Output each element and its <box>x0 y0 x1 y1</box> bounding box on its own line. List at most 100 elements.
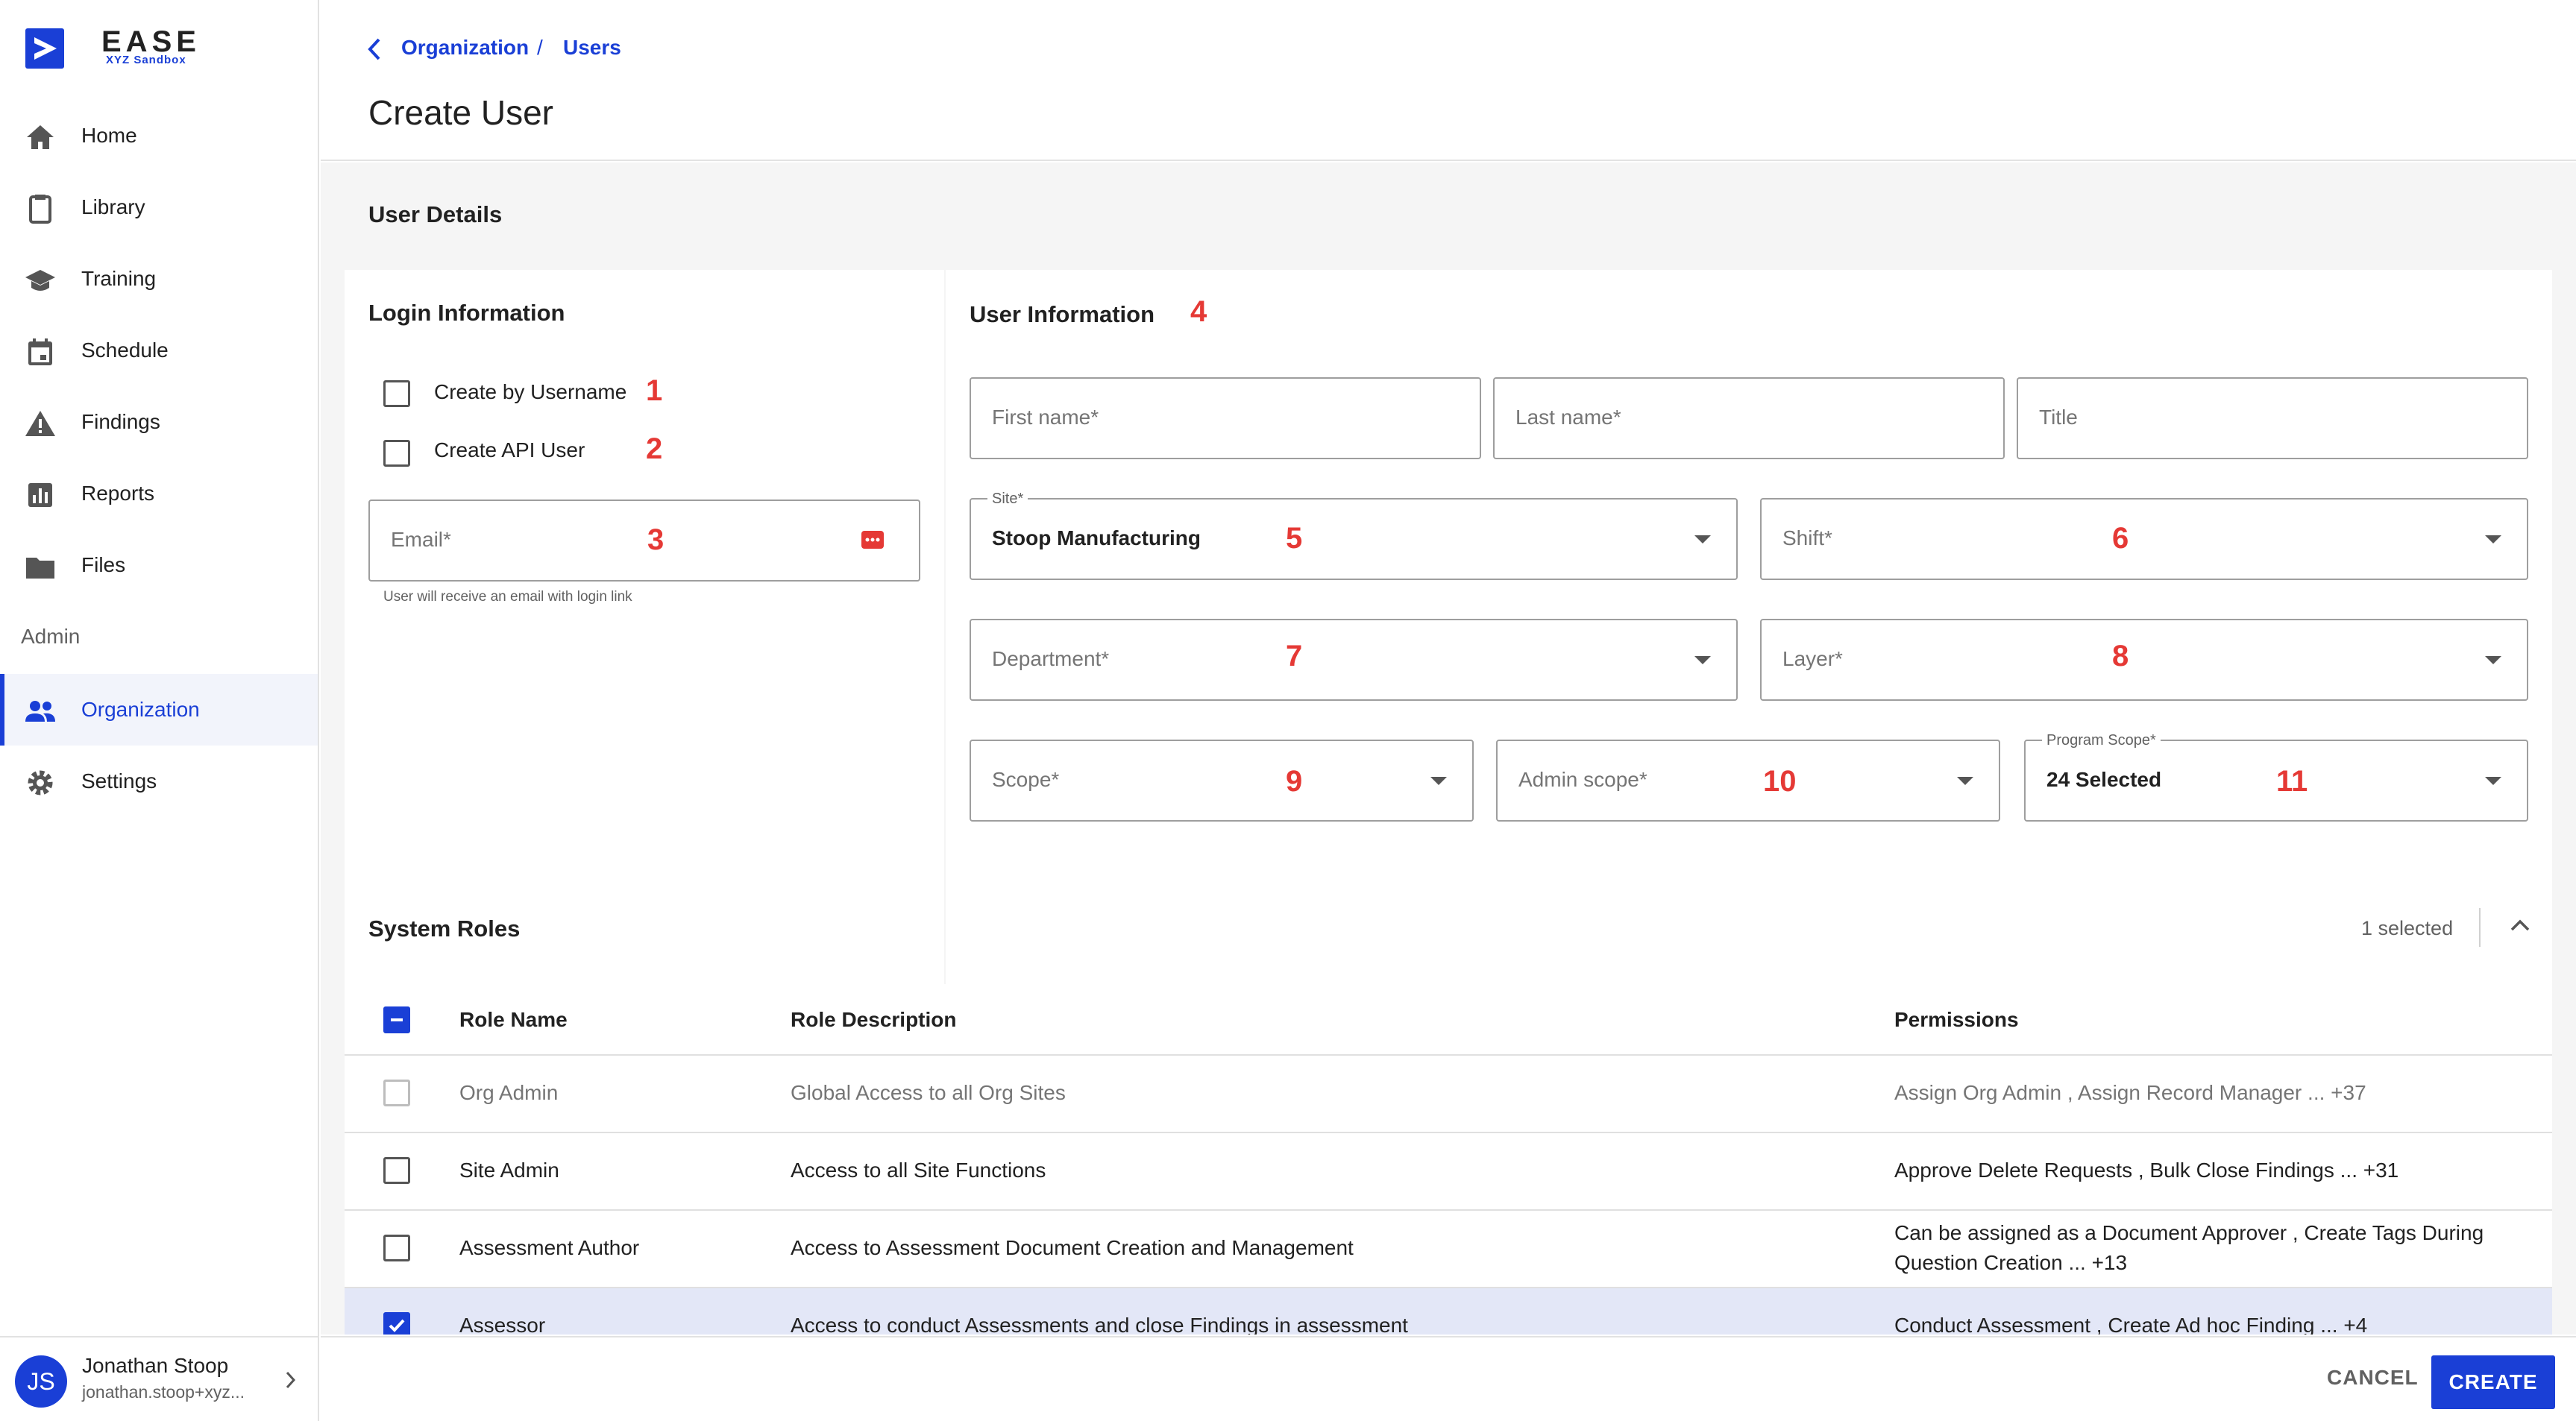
sidebar-item-findings[interactable]: Findings <box>0 386 318 458</box>
role-permissions: Can be assigned as a Document Approver ,… <box>1894 1221 2484 1244</box>
collapse-chevron-icon[interactable] <box>2509 917 2531 933</box>
sidebar-item-label: Reports <box>81 482 155 505</box>
table-header: Role Name Role Description Permissions <box>345 984 2552 1056</box>
row-checkbox[interactable] <box>383 1312 410 1335</box>
role-name: Assessor <box>459 1314 546 1335</box>
sidebar-item-label: Findings <box>81 410 160 433</box>
sidebar-item-files[interactable]: Files <box>0 529 318 601</box>
first-name-placeholder: First name* <box>992 406 1099 429</box>
sidebar-item-label: Library <box>81 195 145 218</box>
role-name: Org Admin <box>459 1081 559 1104</box>
sidebar-item-label: Settings <box>81 769 157 793</box>
table-row[interactable]: Assessment Author Access to Assessment D… <box>345 1211 2552 1288</box>
role-description: Access to all Site Functions <box>791 1159 1046 1182</box>
program-scope-select[interactable]: Program Scope* 24 Selected 11 <box>2024 732 2528 822</box>
roles-table: Role Name Role Description Permissions O… <box>345 984 2552 1335</box>
title-field[interactable]: Title <box>2017 377 2528 459</box>
column-role-name: Role Name <box>459 1008 568 1031</box>
sidebar-item-label: Organization <box>81 698 200 721</box>
clipboard-icon <box>29 195 51 224</box>
breadcrumb-separator: / <box>537 36 543 59</box>
site-value: Stoop Manufacturing <box>992 526 1201 549</box>
program-scope-value: 24 Selected <box>2046 768 2162 791</box>
folder-icon <box>26 558 54 579</box>
breadcrumb-organization[interactable]: Organization <box>401 36 529 60</box>
sidebar-item-organization[interactable]: Organization <box>0 674 318 746</box>
avatar: JS <box>15 1355 67 1408</box>
role-description: Global Access to all Org Sites <box>791 1081 1066 1104</box>
layer-select[interactable]: Layer* 8 <box>1760 619 2528 701</box>
column-permissions: Permissions <box>1894 1008 2019 1031</box>
cancel-button[interactable]: CANCEL <box>2327 1366 2419 1390</box>
graduation-cap-icon <box>25 270 55 291</box>
user-profile[interactable]: JS Jonathan Stoop jonathan.stoop+xyz... <box>0 1336 318 1421</box>
create-api-user-checkbox[interactable] <box>383 440 410 467</box>
dropdown-arrow-icon <box>1694 535 1711 543</box>
sidebar-item-library[interactable]: Library <box>0 171 318 243</box>
logo-subtitle: XYZ Sandbox <box>106 54 186 66</box>
gear-icon <box>28 770 53 795</box>
dropdown-arrow-icon <box>2485 777 2501 785</box>
main-content: User Details Login Information Create by… <box>321 163 2576 1335</box>
shift-select[interactable]: Shift* 6 <box>1760 498 2528 580</box>
table-row[interactable]: Site Admin Access to all Site Functions … <box>345 1133 2552 1211</box>
sidebar-item-label: Files <box>81 553 126 576</box>
annotation-11: 11 <box>2276 765 2308 798</box>
first-name-field[interactable]: First name* <box>970 377 1481 459</box>
row-checkbox[interactable] <box>383 1080 410 1106</box>
footer-actions: CANCEL CREATE <box>321 1336 2576 1421</box>
last-name-field[interactable]: Last name* <box>1493 377 2005 459</box>
role-permissions: Approve Delete Requests , Bulk Close Fin… <box>1894 1159 2399 1182</box>
program-scope-legend: Program Scope* <box>2042 732 2161 749</box>
select-all-checkbox[interactable] <box>383 1006 410 1033</box>
sidebar-item-training[interactable]: Training <box>0 243 318 315</box>
department-select[interactable]: Department* 7 <box>970 619 1738 701</box>
row-checkbox[interactable] <box>383 1157 410 1184</box>
breadcrumb-users[interactable]: Users <box>563 36 621 60</box>
annotation-2: 2 <box>646 432 663 465</box>
admin-section-label: Admin <box>21 625 81 648</box>
sidebar-item-schedule[interactable]: Schedule <box>0 315 318 386</box>
department-placeholder: Department* <box>992 647 1110 670</box>
annotation-5: 5 <box>1286 522 1303 555</box>
create-button[interactable]: CREATE <box>2431 1355 2555 1409</box>
back-chevron-icon[interactable] <box>367 37 382 61</box>
annotation-7: 7 <box>1286 640 1303 672</box>
page-title: Create User <box>368 93 553 132</box>
site-select[interactable]: Site* Stoop Manufacturing 5 <box>970 491 1738 580</box>
last-name-placeholder: Last name* <box>1515 406 1621 429</box>
user-email: jonathan.stoop+xyz... <box>82 1382 245 1402</box>
annotation-9: 9 <box>1286 765 1303 798</box>
user-information-panel: User Information 4 First name* Last name… <box>946 270 2552 1039</box>
login-information-heading: Login Information <box>368 300 565 326</box>
scope-select[interactable]: Scope* 9 <box>970 740 1474 822</box>
chevron-right-icon <box>286 1371 296 1389</box>
create-by-username-checkbox[interactable] <box>383 380 410 407</box>
table-row[interactable]: Assessor Access to conduct Assessments a… <box>345 1288 2552 1335</box>
people-icon <box>25 701 55 722</box>
sidebar-item-label: Home <box>81 124 137 147</box>
dropdown-arrow-icon <box>1957 777 1973 785</box>
scope-placeholder: Scope* <box>992 768 1060 791</box>
sidebar-item-reports[interactable]: Reports <box>0 458 318 529</box>
admin-scope-placeholder: Admin scope* <box>1518 768 1647 791</box>
row-checkbox[interactable] <box>383 1235 410 1261</box>
admin-scope-select[interactable]: Admin scope* 10 <box>1496 740 2000 822</box>
selected-count: 1 selected <box>2361 917 2454 939</box>
site-legend: Site* <box>987 491 1028 508</box>
divider <box>2479 908 2481 947</box>
title-placeholder: Title <box>2039 406 2078 429</box>
shift-placeholder: Shift* <box>1782 526 1832 549</box>
layer-placeholder: Layer* <box>1782 647 1843 670</box>
password-manager-icon[interactable] <box>861 528 885 552</box>
email-field[interactable]: Email* 3 <box>368 500 920 582</box>
table-row[interactable]: Org Admin Global Access to all Org Sites… <box>345 1056 2552 1133</box>
home-icon <box>27 125 54 149</box>
sidebar-item-home[interactable]: Home <box>0 100 318 171</box>
email-helper-text: User will receive an email with login li… <box>383 589 632 605</box>
create-by-username-label: Create by Username <box>434 380 627 403</box>
bar-chart-icon <box>28 483 52 507</box>
annotation-1: 1 <box>646 374 663 407</box>
sidebar-item-settings[interactable]: Settings <box>0 746 318 817</box>
annotation-4: 4 <box>1190 295 1207 328</box>
